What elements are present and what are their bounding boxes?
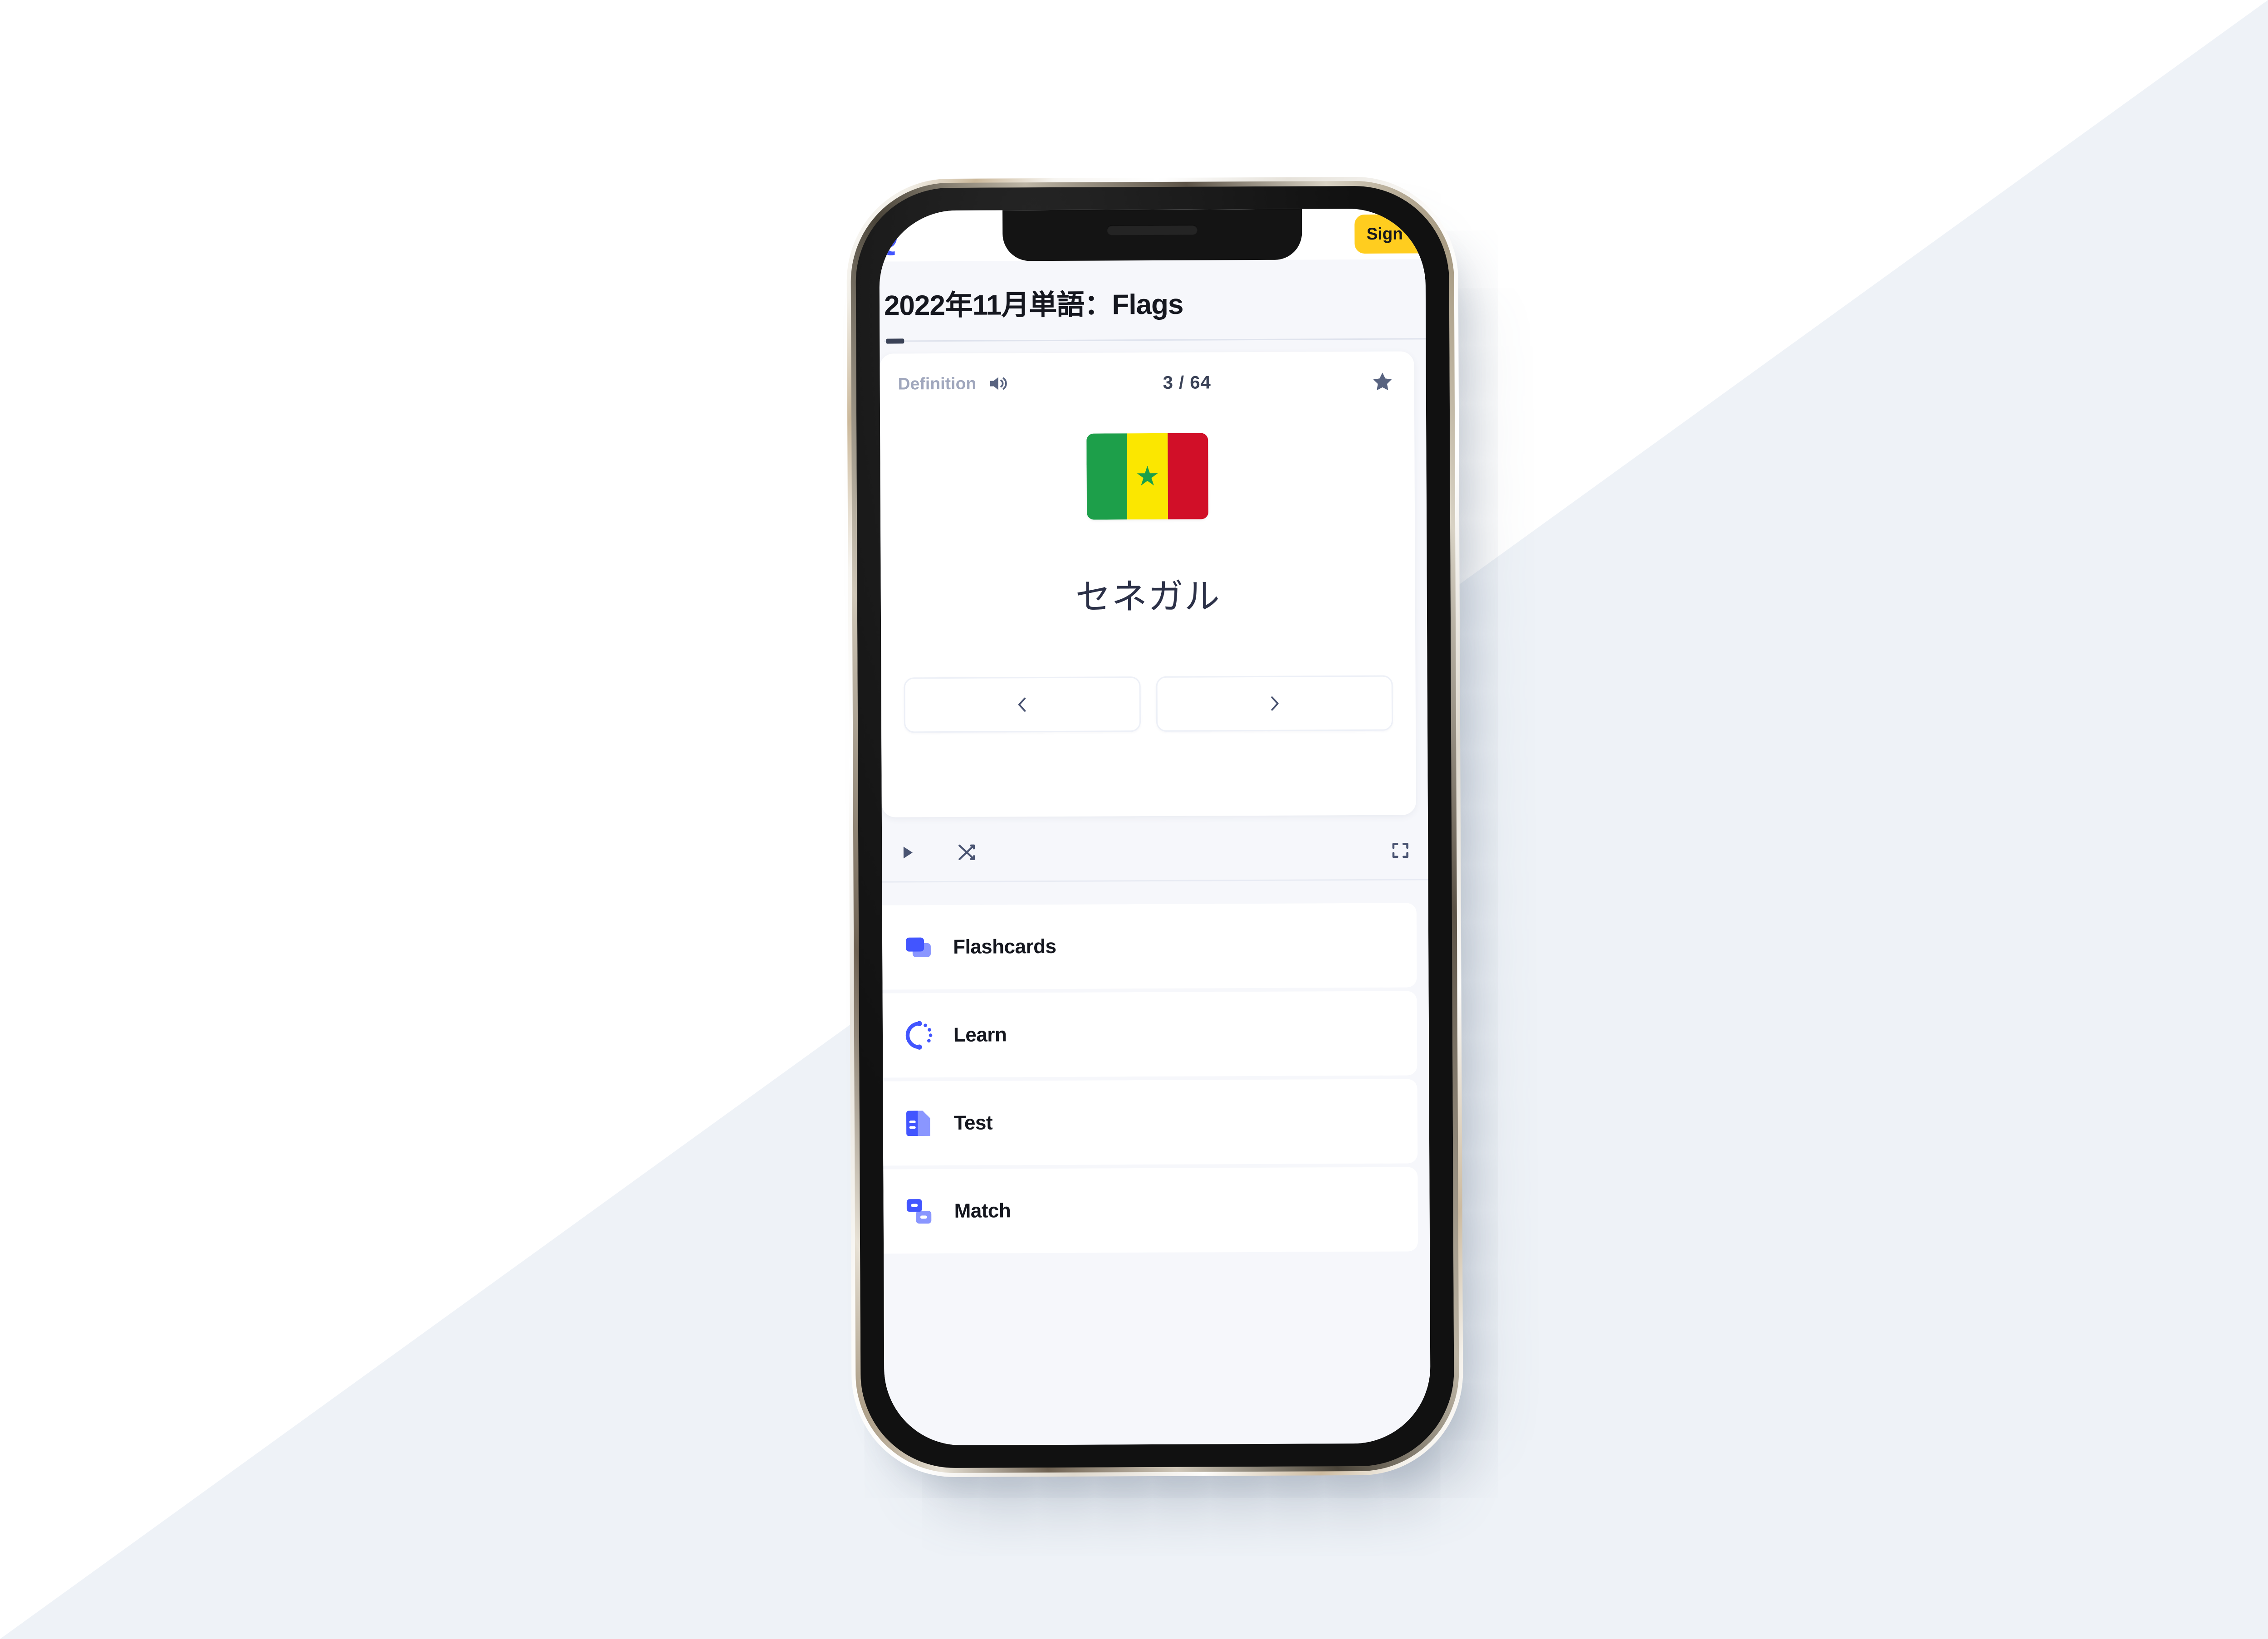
flag-band-red [1167, 433, 1209, 519]
previous-card-button[interactable] [904, 676, 1141, 733]
flashcard-header: Definition 3 / 64 [880, 367, 1414, 398]
flag-band-green [1086, 433, 1128, 520]
flashcard-body: ★ セネガル [880, 396, 1415, 620]
study-mode-learn[interactable]: Learn [882, 991, 1418, 1078]
quizlet-logo[interactable]: Q [879, 216, 897, 256]
phone-notch [1002, 209, 1302, 261]
shuffle-icon[interactable] [956, 841, 978, 863]
flashcard-nav-buttons [881, 675, 1416, 733]
star-icon[interactable] [1363, 370, 1394, 394]
flashcard-term: セネガル [1075, 576, 1221, 618]
flag-band-yellow: ★ [1127, 433, 1168, 520]
study-mode-label: Test [953, 1111, 993, 1134]
flashcard-side-label: Definition [898, 374, 977, 393]
set-title-row: 2022年11月単語：Flags [880, 259, 1426, 344]
earpiece-speaker [1107, 225, 1198, 235]
phone-screen: Q Sign up 2022年11月単語：Flags Definition 3 … [879, 208, 1431, 1446]
senegal-flag-icon: ★ [1086, 433, 1209, 520]
study-mode-match[interactable]: Match [883, 1167, 1418, 1254]
title-divider [884, 338, 1426, 344]
sign-up-button[interactable]: Sign up [1354, 214, 1431, 254]
chevron-left-icon [1012, 695, 1032, 714]
page-title: 2022年11月単語：Flags [884, 289, 1183, 322]
title-divider-marker [886, 338, 904, 344]
chevron-right-icon [1265, 694, 1285, 714]
study-mode-label: Match [954, 1199, 1011, 1222]
study-mode-flashcards[interactable]: Flashcards [882, 903, 1417, 990]
learn-icon [902, 1018, 935, 1052]
flashcard-toolbar [881, 821, 1428, 883]
speaker-icon[interactable] [986, 372, 1008, 394]
flag-star-glyph: ★ [1135, 460, 1160, 492]
toolbar-left-group [898, 841, 978, 863]
flashcards-icon [901, 930, 935, 964]
test-icon [902, 1106, 936, 1140]
next-card-button[interactable] [1156, 675, 1393, 732]
flashcard[interactable]: Definition 3 / 64 ★ セネガル [880, 351, 1416, 817]
phone-body: Q Sign up 2022年11月単語：Flags Definition 3 … [855, 186, 1455, 1468]
study-modes-list: Flashcards Learn Test Match [882, 903, 1430, 1254]
match-icon [903, 1194, 936, 1228]
study-mode-label: Learn [953, 1023, 1007, 1046]
study-mode-test[interactable]: Test [883, 1079, 1418, 1166]
play-icon[interactable] [898, 843, 916, 861]
card-counter: 3 / 64 [1163, 372, 1211, 393]
phone-mockup: Q Sign up 2022年11月単語：Flags Definition 3 … [846, 176, 1464, 1478]
app-page-content: 2022年11月単語：Flags Definition 3 / 64 ★ セネガ… [879, 259, 1431, 1446]
fullscreen-icon[interactable] [1390, 840, 1411, 861]
study-mode-label: Flashcards [953, 935, 1056, 958]
